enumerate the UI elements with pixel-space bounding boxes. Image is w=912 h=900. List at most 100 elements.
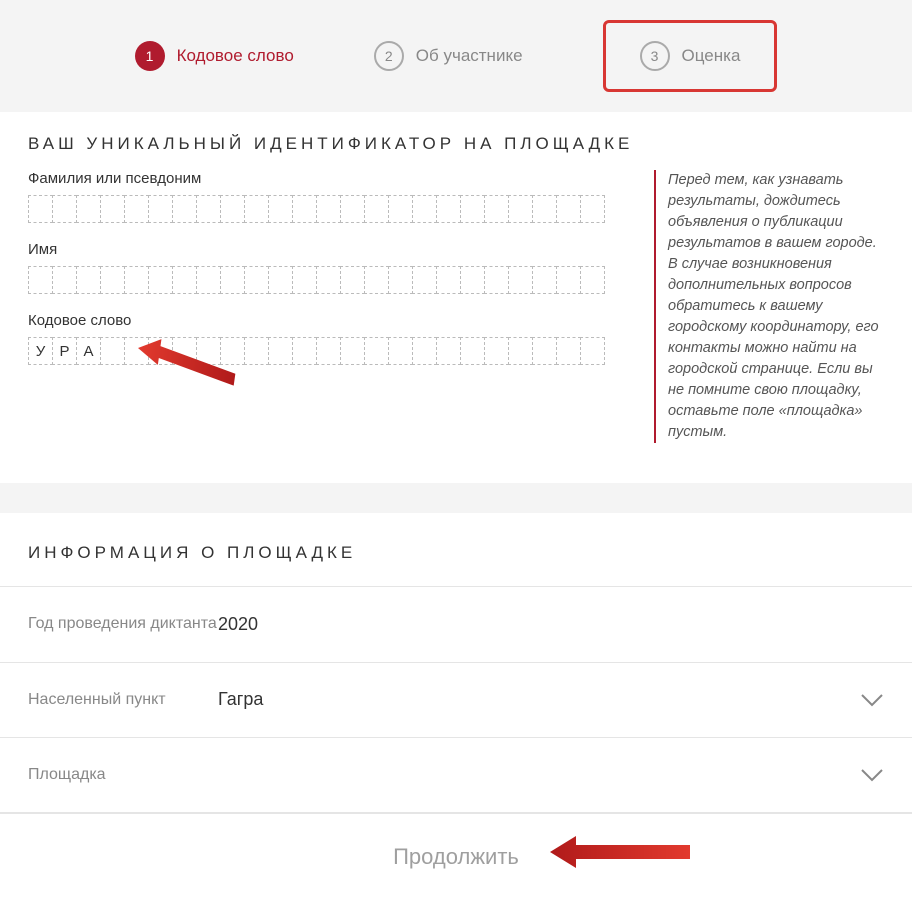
char-cell[interactable] bbox=[484, 337, 509, 365]
step-1[interactable]: 1 Кодовое слово bbox=[135, 41, 294, 71]
char-cell[interactable] bbox=[76, 266, 101, 294]
char-cell[interactable] bbox=[436, 266, 461, 294]
char-cell[interactable] bbox=[196, 337, 221, 365]
char-cell[interactable] bbox=[172, 195, 197, 223]
char-cell[interactable] bbox=[508, 337, 533, 365]
char-cell[interactable] bbox=[196, 266, 221, 294]
char-cell[interactable] bbox=[148, 337, 173, 365]
char-cell[interactable] bbox=[460, 195, 485, 223]
city-label: Населенный пункт bbox=[28, 689, 218, 711]
chevron-down-icon bbox=[860, 768, 884, 782]
codeword-input[interactable]: УРА bbox=[28, 337, 636, 365]
codeword-field: Кодовое слово УРА bbox=[28, 312, 636, 365]
step-3[interactable]: 3 Оценка bbox=[603, 20, 778, 92]
char-cell[interactable] bbox=[556, 266, 581, 294]
char-cell[interactable] bbox=[316, 195, 341, 223]
surname-field: Фамилия или псевдоним bbox=[28, 170, 636, 223]
char-cell[interactable] bbox=[52, 266, 77, 294]
char-cell[interactable] bbox=[388, 195, 413, 223]
char-cell[interactable] bbox=[556, 195, 581, 223]
char-cell[interactable] bbox=[172, 266, 197, 294]
step-3-number: 3 bbox=[640, 41, 670, 71]
city-row[interactable]: Населенный пункт Гагра bbox=[0, 662, 912, 738]
step-2[interactable]: 2 Об участнике bbox=[374, 41, 523, 71]
char-cell[interactable] bbox=[532, 337, 557, 365]
venue-row[interactable]: Площадка bbox=[0, 737, 912, 813]
char-cell[interactable] bbox=[220, 195, 245, 223]
char-cell[interactable] bbox=[364, 266, 389, 294]
char-cell[interactable] bbox=[292, 337, 317, 365]
char-cell[interactable] bbox=[244, 337, 269, 365]
surname-input[interactable] bbox=[28, 195, 636, 223]
char-cell[interactable] bbox=[100, 266, 125, 294]
char-cell[interactable] bbox=[460, 337, 485, 365]
char-cell[interactable] bbox=[484, 195, 509, 223]
char-cell[interactable] bbox=[412, 337, 437, 365]
char-cell[interactable] bbox=[220, 337, 245, 365]
char-cell[interactable] bbox=[436, 195, 461, 223]
year-value: 2020 bbox=[218, 614, 884, 635]
char-cell[interactable] bbox=[412, 266, 437, 294]
char-cell[interactable] bbox=[580, 337, 605, 365]
char-cell[interactable] bbox=[52, 195, 77, 223]
char-cell[interactable] bbox=[100, 195, 125, 223]
char-cell[interactable] bbox=[556, 337, 581, 365]
char-cell[interactable] bbox=[580, 266, 605, 294]
char-cell[interactable] bbox=[388, 266, 413, 294]
char-cell[interactable] bbox=[268, 337, 293, 365]
char-cell[interactable] bbox=[124, 266, 149, 294]
step-2-number: 2 bbox=[374, 41, 404, 71]
char-cell[interactable] bbox=[508, 266, 533, 294]
char-cell[interactable] bbox=[124, 337, 149, 365]
char-cell[interactable] bbox=[172, 337, 197, 365]
char-cell[interactable] bbox=[388, 337, 413, 365]
char-cell[interactable] bbox=[316, 337, 341, 365]
char-cell[interactable] bbox=[484, 266, 509, 294]
char-cell[interactable] bbox=[100, 337, 125, 365]
name-label: Имя bbox=[28, 241, 636, 258]
name-input[interactable] bbox=[28, 266, 636, 294]
codeword-label: Кодовое слово bbox=[28, 312, 636, 329]
char-cell[interactable] bbox=[268, 195, 293, 223]
char-cell[interactable] bbox=[292, 266, 317, 294]
char-cell[interactable] bbox=[220, 266, 245, 294]
char-cell[interactable]: Р bbox=[52, 337, 77, 365]
chevron-down-icon bbox=[860, 693, 884, 707]
char-cell[interactable] bbox=[460, 266, 485, 294]
char-cell[interactable] bbox=[76, 195, 101, 223]
city-value: Гагра bbox=[218, 689, 860, 710]
char-cell[interactable]: У bbox=[28, 337, 53, 365]
char-cell[interactable] bbox=[412, 195, 437, 223]
char-cell[interactable] bbox=[292, 195, 317, 223]
char-cell[interactable] bbox=[148, 266, 173, 294]
char-cell[interactable] bbox=[364, 337, 389, 365]
continue-button[interactable]: Продолжить bbox=[393, 844, 519, 870]
char-cell[interactable] bbox=[580, 195, 605, 223]
char-cell[interactable] bbox=[244, 195, 269, 223]
char-cell[interactable] bbox=[340, 195, 365, 223]
char-cell[interactable] bbox=[532, 195, 557, 223]
char-cell[interactable] bbox=[340, 337, 365, 365]
hint-text: Перед тем, как узнавать результаты, дожд… bbox=[654, 170, 884, 443]
char-cell[interactable]: А bbox=[76, 337, 101, 365]
char-cell[interactable] bbox=[148, 195, 173, 223]
char-cell[interactable] bbox=[124, 195, 149, 223]
year-row: Год проведения диктанта 2020 bbox=[0, 586, 912, 662]
char-cell[interactable] bbox=[508, 195, 533, 223]
annotation-arrow-2-icon bbox=[550, 830, 690, 874]
section-identifier-title: ВАШ УНИКАЛЬНЫЙ ИДЕНТИФИКАТОР НА ПЛОЩАДКЕ bbox=[0, 112, 912, 170]
char-cell[interactable] bbox=[436, 337, 461, 365]
char-cell[interactable] bbox=[316, 266, 341, 294]
char-cell[interactable] bbox=[28, 266, 53, 294]
char-cell[interactable] bbox=[532, 266, 557, 294]
identifier-section: Фамилия или псевдоним Имя Кодовое слово … bbox=[0, 170, 912, 483]
char-cell[interactable] bbox=[268, 266, 293, 294]
char-cell[interactable] bbox=[196, 195, 221, 223]
step-1-number: 1 bbox=[135, 41, 165, 71]
char-cell[interactable] bbox=[340, 266, 365, 294]
year-label: Год проведения диктанта bbox=[28, 613, 218, 635]
char-cell[interactable] bbox=[244, 266, 269, 294]
submit-row: Продолжить bbox=[0, 813, 912, 900]
char-cell[interactable] bbox=[364, 195, 389, 223]
char-cell[interactable] bbox=[28, 195, 53, 223]
